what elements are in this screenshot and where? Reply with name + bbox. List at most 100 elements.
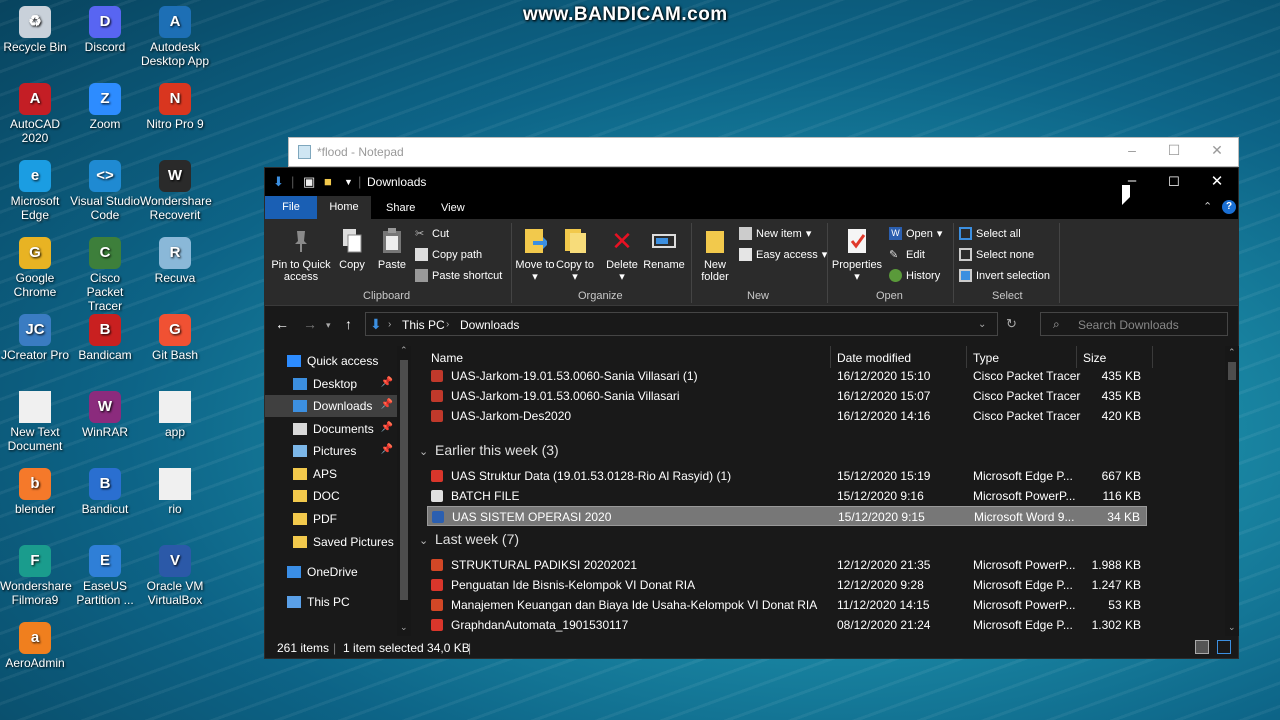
- details-view-icon[interactable]: [1195, 640, 1209, 654]
- copy-button[interactable]: Copy: [335, 227, 369, 271]
- open-button[interactable]: W Open ▾: [889, 227, 942, 240]
- desktop-icon[interactable]: A Autodesk Desktop App: [140, 6, 210, 68]
- list-scroll-down-icon[interactable]: ⌄: [1228, 622, 1236, 633]
- desktop-icon[interactable]: ♻ Recycle Bin: [0, 6, 70, 54]
- scroll-down-icon[interactable]: ⌄: [400, 622, 408, 633]
- edit-button[interactable]: ✎ Edit: [889, 248, 925, 262]
- address-dropdown-icon[interactable]: ⌄: [978, 319, 986, 330]
- file-list-scroll-thumb[interactable]: [1228, 362, 1236, 380]
- nav-item[interactable]: Documents 📌: [265, 418, 397, 440]
- collapse-ribbon-icon[interactable]: ⌃: [1203, 200, 1212, 213]
- help-icon[interactable]: ?: [1222, 200, 1236, 214]
- rename-button[interactable]: Rename: [643, 227, 685, 271]
- large-icons-view-icon[interactable]: [1217, 640, 1231, 654]
- file-row[interactable]: STRUKTURAL PADIKSI 20202021 12/12/2020 21…: [427, 555, 1147, 575]
- close-icon[interactable]: ✕: [1207, 142, 1227, 159]
- paste-shortcut-button[interactable]: Paste shortcut: [415, 269, 502, 282]
- desktop-icon[interactable]: rio: [140, 468, 210, 516]
- desktop-icon[interactable]: C Cisco Packet Tracer: [70, 237, 140, 313]
- file-row[interactable]: BATCH FILE 15/12/2020 9:16 Microsoft Power…: [427, 486, 1147, 506]
- nav-item[interactable]: Downloads 📌: [265, 395, 397, 417]
- file-row[interactable]: Penguatan Ide Bisnis-Kelompok VI Donat R…: [427, 575, 1147, 595]
- nav-item[interactable]: Pictures 📌: [265, 440, 397, 462]
- properties-button[interactable]: Properties ▾: [831, 227, 883, 283]
- history-button[interactable]: History: [889, 269, 940, 282]
- column-name[interactable]: Name: [425, 346, 831, 368]
- refresh-icon[interactable]: ↻: [1006, 316, 1017, 332]
- nav-item[interactable]: This PC: [265, 591, 397, 613]
- tab-share[interactable]: Share: [386, 202, 415, 214]
- minimize-button[interactable]: –: [1112, 172, 1152, 189]
- nav-item[interactable]: PDF: [265, 508, 397, 530]
- file-row[interactable]: GraphdanAutomata_1901530117 08/12/2020 21…: [427, 615, 1147, 635]
- navigation-scroll-thumb[interactable]: [400, 360, 408, 600]
- search-box[interactable]: ⌕ Search Downloads: [1040, 312, 1228, 336]
- list-scroll-up-icon[interactable]: ⌃: [1228, 347, 1236, 358]
- cut-button[interactable]: ✂ Cut: [415, 227, 449, 241]
- desktop-icon[interactable]: a AeroAdmin: [0, 622, 70, 670]
- invert-selection-button[interactable]: Invert selection: [959, 269, 1050, 282]
- desktop-icon[interactable]: F Wondershare Filmora9: [0, 545, 72, 607]
- desktop-icon[interactable]: Z Zoom: [70, 83, 140, 131]
- explorer-window[interactable]: ⬇ | ▣ ■ ▼ | Downloads – ☐ ✕ File Home Sh…: [264, 167, 1239, 659]
- column-date-modified[interactable]: Date modified: [831, 346, 967, 368]
- desktop-icon[interactable]: <> Visual Studio Code: [70, 160, 140, 222]
- select-all-button[interactable]: Select all: [959, 227, 1021, 240]
- paste-button[interactable]: Paste: [375, 227, 409, 271]
- maximize-icon[interactable]: ☐: [1164, 142, 1184, 159]
- pin-quick-access-button[interactable]: Pin to Quick access: [269, 227, 333, 283]
- column-size[interactable]: Size: [1077, 346, 1153, 368]
- forward-arrow-icon[interactable]: →: [303, 316, 317, 332]
- minimize-icon[interactable]: –: [1122, 142, 1142, 158]
- delete-button[interactable]: ✕ Delete ▾: [603, 227, 641, 283]
- copy-path-button[interactable]: Copy path: [415, 248, 482, 261]
- desktop-icon[interactable]: W Wondershare Recoverit: [140, 160, 212, 222]
- tab-view[interactable]: View: [441, 202, 465, 214]
- customize-quick-access-icon[interactable]: ▼: [344, 177, 353, 187]
- desktop-icon[interactable]: D Discord: [70, 6, 140, 54]
- new-item-button[interactable]: New item ▾: [739, 227, 811, 240]
- notepad-window[interactable]: *flood - Notepad – ☐ ✕: [288, 137, 1239, 167]
- address-bar[interactable]: ⬇ › This PC › Downloads ⌄: [365, 312, 998, 336]
- file-row[interactable]: Manajemen Keuangan dan Biaya Ide Usaha-K…: [427, 595, 1147, 615]
- nav-item[interactable]: Quick access: [265, 350, 397, 372]
- desktop-icon[interactable]: G Google Chrome: [0, 237, 70, 299]
- breadcrumb-this-pc[interactable]: This PC: [402, 318, 445, 332]
- properties-quick-icon[interactable]: ▣: [303, 174, 315, 190]
- nav-item[interactable]: APS: [265, 463, 397, 485]
- group-header[interactable]: ⌄ Last week (7): [419, 531, 519, 547]
- desktop-icon[interactable]: N Nitro Pro 9: [140, 83, 210, 131]
- move-to-button[interactable]: Move to ▾: [515, 227, 555, 283]
- desktop-icon[interactable]: B Bandicut: [70, 468, 140, 516]
- copy-to-button[interactable]: Copy to ▾: [555, 227, 595, 283]
- maximize-button[interactable]: ☐: [1154, 174, 1194, 190]
- close-button[interactable]: ✕: [1197, 172, 1237, 190]
- desktop-icon[interactable]: E EaseUS Partition ...: [70, 545, 140, 607]
- breadcrumb-downloads[interactable]: Downloads: [460, 318, 519, 332]
- desktop-icon[interactable]: b blender: [0, 468, 70, 516]
- recent-locations-icon[interactable]: ▾: [326, 320, 331, 331]
- desktop-icon[interactable]: A AutoCAD 2020: [0, 83, 70, 145]
- nav-item[interactable]: OneDrive: [265, 561, 397, 583]
- easy-access-button[interactable]: Easy access ▾: [739, 248, 827, 261]
- scroll-up-icon[interactable]: ⌃: [400, 345, 408, 356]
- navigation-scrollbar[interactable]: ⌃ ⌄: [397, 345, 411, 636]
- file-row[interactable]: UAS SISTEM OPERASI 2020 15/12/2020 9:15 Mi…: [427, 506, 1147, 526]
- new-folder-button[interactable]: New folder: [695, 227, 735, 283]
- new-folder-quick-icon[interactable]: ■: [324, 174, 332, 189]
- tab-home[interactable]: Home: [317, 196, 371, 219]
- nav-item[interactable]: DOC: [265, 485, 397, 507]
- nav-item[interactable]: Saved Pictures: [265, 531, 397, 553]
- desktop-icon[interactable]: app: [140, 391, 210, 439]
- nav-item[interactable]: Desktop 📌: [265, 373, 397, 395]
- desktop-icon[interactable]: New Text Document: [0, 391, 70, 453]
- group-header[interactable]: ⌄ Earlier this week (3): [419, 442, 559, 458]
- tab-file[interactable]: File: [265, 196, 317, 219]
- desktop-icon[interactable]: R Recuva: [140, 237, 210, 285]
- up-arrow-icon[interactable]: ↑: [345, 316, 352, 332]
- column-type[interactable]: Type: [967, 346, 1077, 368]
- file-row[interactable]: UAS Struktur Data (19.01.53.0128-Rio Al …: [427, 466, 1147, 486]
- desktop-icon[interactable]: JC JCreator Pro: [0, 314, 70, 362]
- desktop-icon[interactable]: G Git Bash: [140, 314, 210, 362]
- back-arrow-icon[interactable]: ←: [275, 316, 289, 332]
